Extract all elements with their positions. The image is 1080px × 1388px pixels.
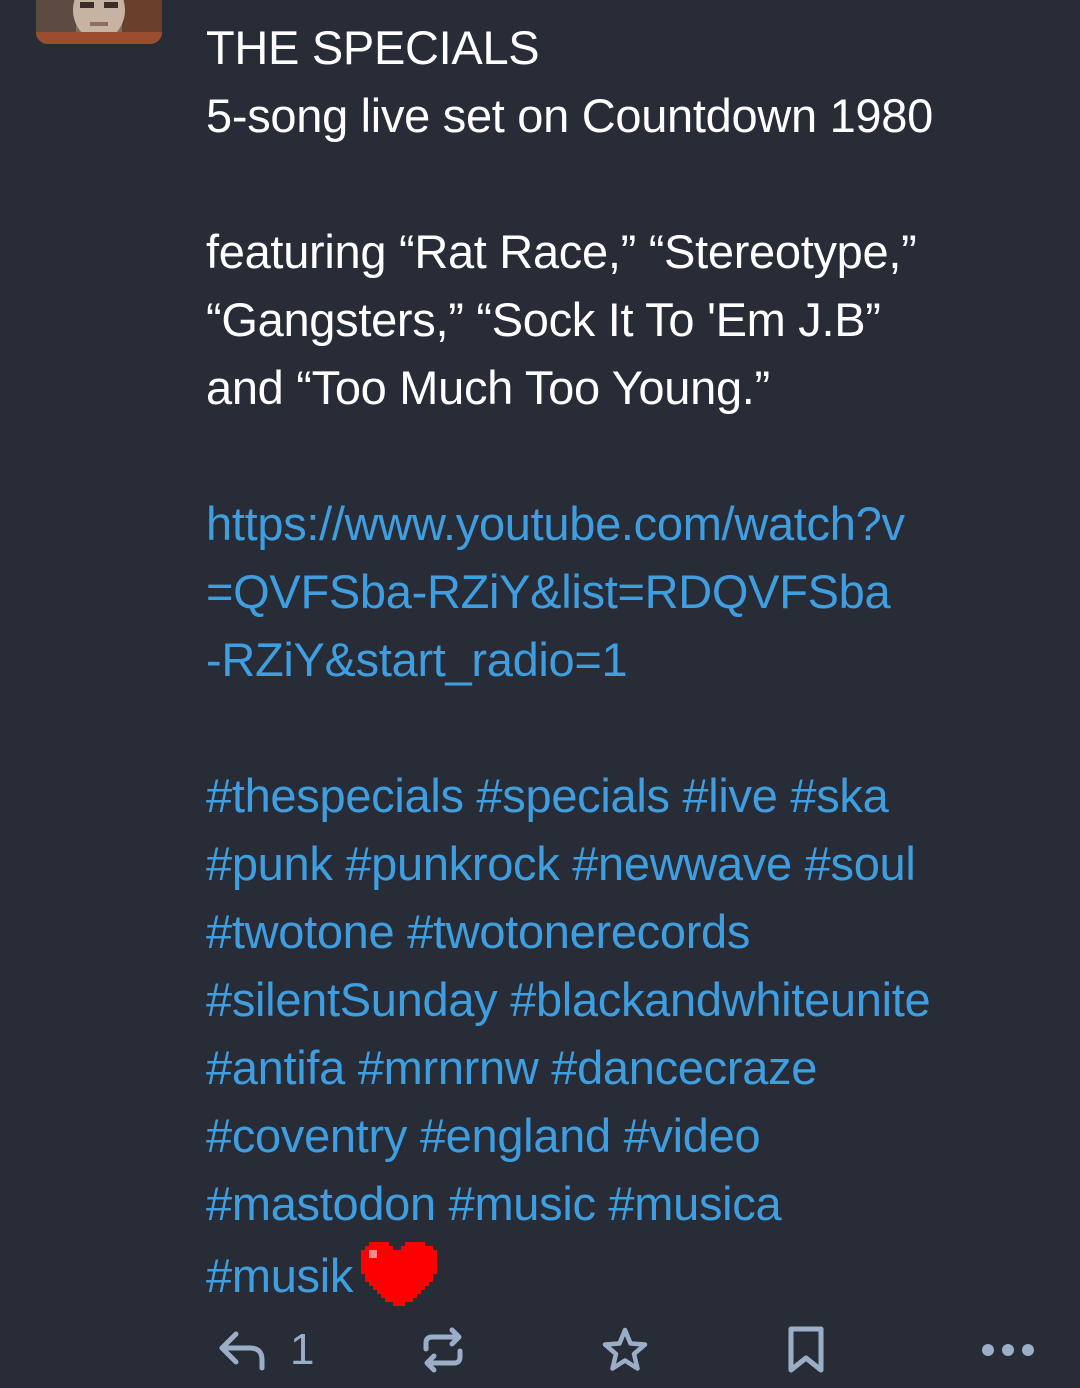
hashtag-musik[interactable]: #musik <box>206 1249 353 1302</box>
reply-count: 1 <box>290 1325 315 1374</box>
hashtag-line[interactable]: #twotone #twotonerecords <box>206 898 1066 966</box>
hashtag-line[interactable]: #thespecials #specials #live #ska <box>206 762 1066 830</box>
avatar-image <box>36 0 162 44</box>
post-title: THE SPECIALS <box>206 21 540 74</box>
action-bar: 1 <box>0 1318 1080 1382</box>
featuring-line: “Gangsters,” “Sock It To 'Em J.B” <box>206 293 881 346</box>
featuring-line: featuring “Rat Race,” “Stereotype,” <box>206 225 917 278</box>
post-content: THE SPECIALS 5-song live set on Countdow… <box>206 14 1066 1328</box>
bookmark-icon <box>788 1326 824 1373</box>
heart-emoji <box>361 1238 441 1328</box>
youtube-link[interactable]: https://www.youtube.com/watch?v =QVFSba-… <box>206 490 1066 694</box>
more-icon <box>982 1344 1034 1356</box>
boost-icon <box>423 1327 463 1373</box>
bookmark-button[interactable] <box>786 1318 826 1382</box>
link-line[interactable]: https://www.youtube.com/watch?v <box>206 490 1066 558</box>
boost-button[interactable] <box>418 1318 468 1382</box>
last-hashtag-line: #musik <box>206 1238 1066 1328</box>
star-icon <box>602 1327 648 1371</box>
hashtag-line[interactable]: #punk #punkrock #newwave #soul <box>206 830 1066 898</box>
reply-button[interactable]: 1 <box>216 1318 314 1382</box>
hashtag-line[interactable]: #coventry #england #video <box>206 1102 1066 1170</box>
reply-icon <box>219 1331 265 1371</box>
avatar[interactable] <box>36 0 162 44</box>
favourite-button[interactable] <box>600 1318 650 1382</box>
hashtag-line[interactable]: #antifa #mrnrnw #dancecraze <box>206 1034 1066 1102</box>
featuring-line: and “Too Much Too Young.” <box>206 361 770 414</box>
link-line[interactable]: =QVFSba-RZiY&list=RDQVFSba <box>206 558 1066 626</box>
more-button[interactable] <box>980 1318 1036 1382</box>
hashtag-line[interactable]: #silentSunday #blackandwhiteunite <box>206 966 1066 1034</box>
hashtag-line[interactable]: #mastodon #music #musica <box>206 1170 1066 1238</box>
link-line[interactable]: -RZiY&start_radio=1 <box>206 626 1066 694</box>
post-subtitle: 5-song live set on Countdown 1980 <box>206 89 933 142</box>
